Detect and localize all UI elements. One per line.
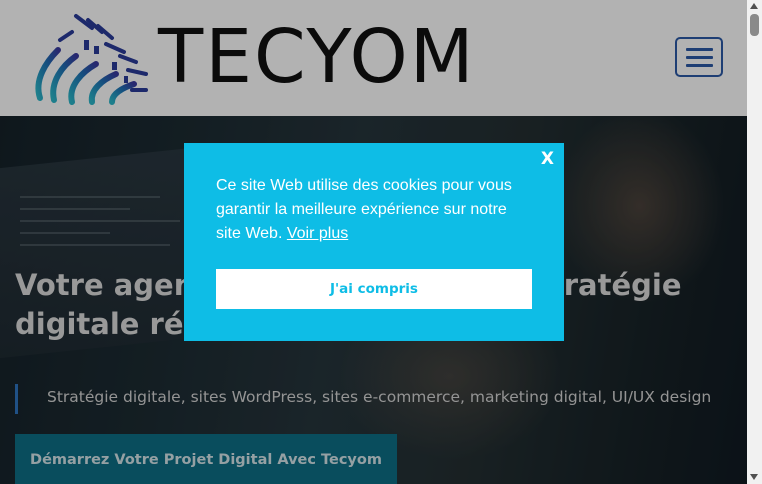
cookie-message: Ce site Web utilise des cookies pour vou… — [216, 174, 536, 246]
cookie-message-text: Ce site Web utilise des cookies pour vou… — [216, 177, 512, 242]
see-more-link[interactable]: Voir plus — [287, 225, 348, 242]
scroll-up-arrow-icon[interactable] — [750, 3, 758, 9]
cookie-consent-dialog: X Ce site Web utilise des cookies pour v… — [184, 143, 564, 341]
scroll-down-arrow-icon[interactable] — [750, 474, 758, 480]
accept-cookies-button[interactable]: J'ai compris — [216, 269, 532, 309]
scrollbar-thumb[interactable] — [750, 14, 759, 36]
page-scrollbar[interactable] — [747, 0, 762, 484]
close-button[interactable]: X — [541, 149, 554, 169]
